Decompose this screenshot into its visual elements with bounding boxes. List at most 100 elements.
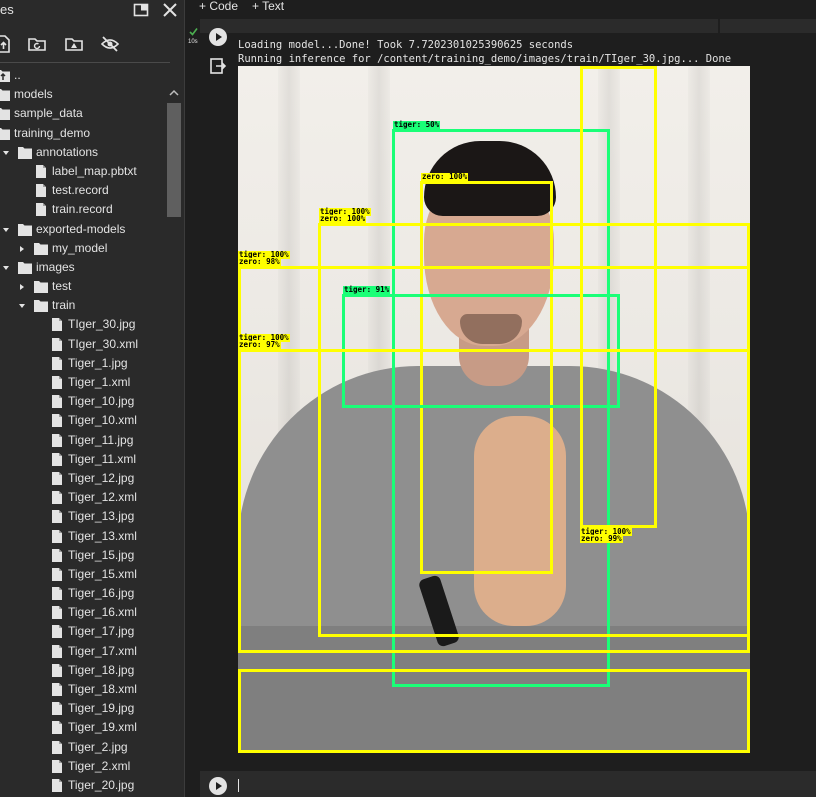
file-item[interactable]: Tiger_17.jpg — [0, 622, 166, 641]
cell-editor-separator — [718, 19, 720, 33]
refresh-folder-icon[interactable] — [28, 35, 46, 53]
file-icon — [52, 510, 62, 524]
item-label: label_map.pbtxt — [52, 163, 137, 178]
code-cell-editor[interactable] — [200, 19, 816, 33]
run-cell-button[interactable] — [209, 28, 227, 46]
file-item[interactable]: TIger_30.xml — [0, 335, 166, 354]
folder-item[interactable]: .. — [0, 66, 166, 85]
file-item[interactable]: Tiger_15.jpg — [0, 546, 166, 565]
file-icon — [52, 567, 62, 581]
folder-item[interactable]: models — [0, 85, 166, 104]
folder-item[interactable]: sample_data — [0, 104, 166, 123]
folder-icon — [34, 300, 48, 313]
file-icon — [52, 759, 62, 773]
folder-item[interactable]: train — [0, 296, 166, 315]
file-icon — [36, 203, 46, 217]
hide-files-icon[interactable] — [101, 35, 119, 53]
file-item[interactable]: Tiger_1.jpg — [0, 354, 166, 373]
file-icon — [52, 356, 62, 370]
file-item[interactable]: Tiger_1.xml — [0, 373, 166, 392]
chevron-down-icon[interactable] — [2, 264, 10, 272]
file-item[interactable]: Tiger_13.xml — [0, 527, 166, 546]
output-menu-icon[interactable] — [209, 57, 227, 75]
file-icon — [52, 625, 62, 639]
folder-item[interactable]: exported-models — [0, 220, 166, 239]
mount-drive-icon[interactable] — [65, 35, 83, 53]
file-icon — [52, 491, 62, 505]
new-window-icon[interactable] — [133, 2, 149, 18]
detection-label: zero: 97% — [238, 340, 281, 349]
file-item[interactable]: Tiger_15.xml — [0, 565, 166, 584]
item-label: Tiger_2.jpg — [68, 739, 128, 754]
file-icon — [52, 452, 62, 466]
output-line: Running inference for /content/training_… — [238, 53, 732, 65]
chevron-right-icon[interactable] — [18, 283, 26, 291]
chevron-right-icon[interactable] — [18, 245, 26, 253]
detection-label: zero: 100% — [319, 214, 367, 223]
file-icon — [52, 433, 62, 447]
item-label: test — [52, 279, 72, 294]
item-label: Tiger_1.jpg — [68, 355, 128, 370]
file-item[interactable]: Tiger_16.jpg — [0, 584, 166, 603]
file-item[interactable]: Tiger_2.xml — [0, 757, 166, 776]
file-icon — [52, 376, 62, 389]
file-browser-panel: es .. models sample_data training_demo annot… — [0, 0, 185, 797]
chevron-down-icon[interactable] — [18, 302, 26, 310]
folder-item[interactable]: images — [0, 258, 166, 277]
folder-item[interactable]: my_model — [0, 239, 166, 258]
scrollbar-thumb[interactable] — [167, 103, 181, 217]
file-item[interactable]: label_map.pbtxt — [0, 162, 166, 181]
new-code-cell[interactable] — [200, 771, 816, 797]
folder-item[interactable]: test — [0, 277, 166, 296]
folder-item[interactable]: annotations — [0, 143, 166, 162]
file-item[interactable]: Tiger_19.xml — [0, 718, 166, 737]
chevron-down-icon[interactable] — [2, 226, 10, 234]
detection-label: zero: 99% — [580, 534, 623, 543]
item-label: Tiger_15.xml — [68, 566, 137, 581]
item-label: annotations — [36, 144, 99, 159]
file-item[interactable]: Tiger_11.xml — [0, 450, 166, 469]
item-label: Tiger_16.jpg — [68, 586, 135, 601]
file-icon — [52, 471, 62, 485]
file-icon — [52, 318, 62, 332]
file-item[interactable]: Tiger_18.xml — [0, 680, 166, 699]
detection-box — [318, 634, 750, 637]
chevron-down-icon[interactable] — [2, 149, 10, 157]
file-item[interactable]: train.record — [0, 200, 166, 219]
run-cell-button[interactable] — [209, 777, 227, 795]
file-item[interactable]: Tiger_12.jpg — [0, 469, 166, 488]
file-item[interactable]: Tiger_19.jpg — [0, 699, 166, 718]
item-label: Tiger_18.jpg — [68, 662, 135, 677]
file-item[interactable]: Tiger_12.xml — [0, 488, 166, 507]
file-item[interactable]: Tiger_18.jpg — [0, 661, 166, 680]
file-item[interactable]: Tiger_16.xml — [0, 603, 166, 622]
add-text-button[interactable]: + Text — [252, 0, 284, 14]
text-caret — [238, 779, 239, 792]
file-item[interactable]: Tiger_20.jpg — [0, 776, 166, 795]
folder-item[interactable]: training_demo — [0, 124, 166, 143]
file-icon — [52, 740, 62, 754]
item-label: models — [14, 87, 53, 102]
scroll-up-icon[interactable] — [168, 88, 180, 98]
checkmark-icon — [189, 28, 198, 36]
close-icon[interactable] — [162, 2, 178, 18]
file-item[interactable]: Tiger_10.jpg — [0, 392, 166, 411]
file-item[interactable]: TIger_30.jpg — [0, 315, 166, 334]
file-icon — [52, 663, 62, 677]
upload-file-icon[interactable] — [0, 35, 12, 53]
panel-divider — [0, 62, 170, 63]
detection-label: tiger: 50% — [393, 120, 441, 129]
file-item[interactable]: Tiger_2.jpg — [0, 738, 166, 757]
item-label: Tiger_10.jpg — [68, 394, 135, 409]
file-item[interactable]: test.record — [0, 181, 166, 200]
folder-icon — [34, 281, 48, 294]
item-label: .. — [14, 68, 21, 82]
file-item[interactable]: Tiger_11.jpg — [0, 431, 166, 450]
item-label: Tiger_19.xml — [68, 720, 137, 735]
file-item[interactable]: Tiger_17.xml — [0, 642, 166, 661]
file-item[interactable]: Tiger_13.jpg — [0, 507, 166, 526]
execution-time: 10s — [188, 39, 198, 45]
detection-label: tiger: 91% — [343, 285, 391, 294]
add-code-button[interactable]: + Code — [199, 0, 238, 14]
file-item[interactable]: Tiger_10.xml — [0, 411, 166, 430]
